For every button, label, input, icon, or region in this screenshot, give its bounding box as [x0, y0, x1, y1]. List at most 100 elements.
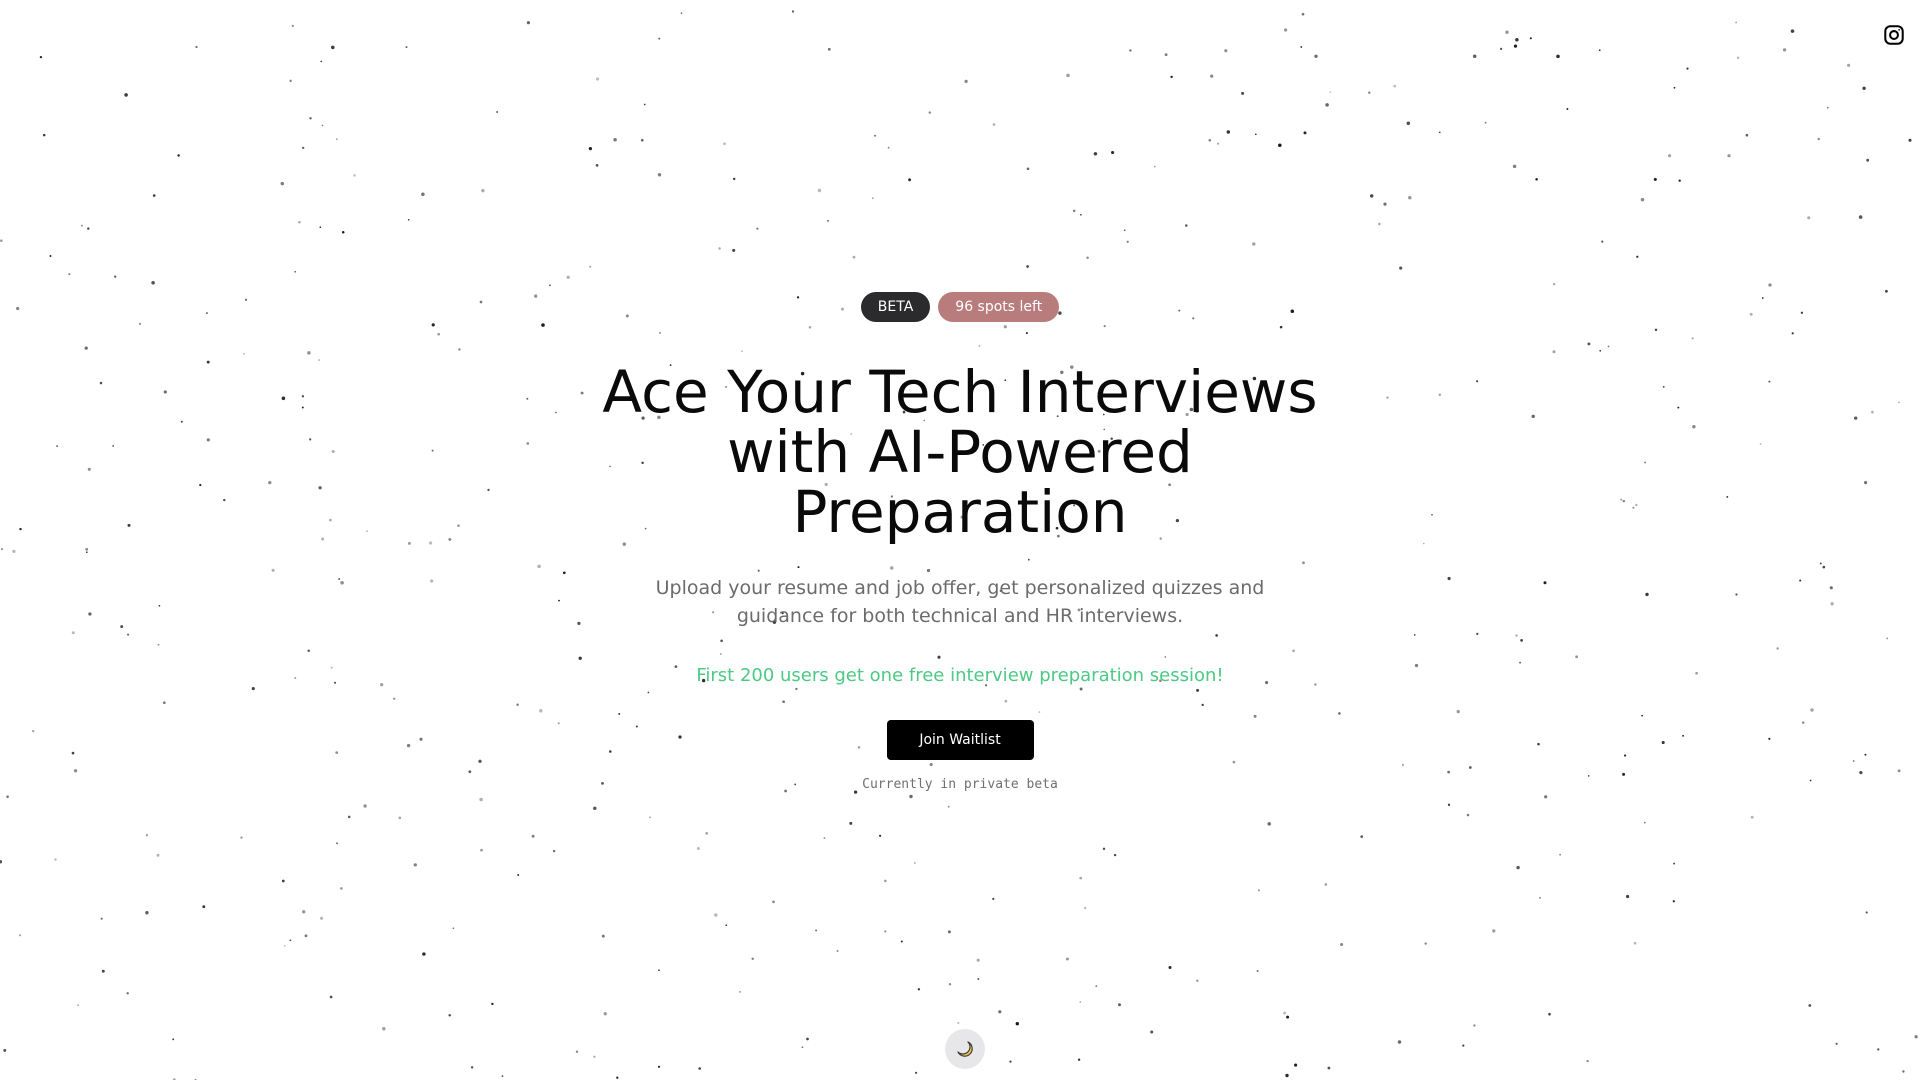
- star-dot: [957, 1021, 960, 1025]
- star-dot: [1633, 941, 1637, 945]
- star-dot: [531, 834, 535, 838]
- star-dot: [347, 815, 351, 819]
- star-dot: [1150, 1030, 1154, 1034]
- star-dot: [480, 848, 483, 852]
- star-dot: [1267, 822, 1271, 826]
- star-dot: [698, 1067, 702, 1070]
- star-dot: [1466, 813, 1470, 817]
- star-dot: [517, 874, 520, 876]
- star-dot: [1424, 942, 1427, 945]
- badge-row: BETA 96 spots left: [860, 292, 1060, 322]
- star-dot: [1283, 1011, 1287, 1015]
- star-dot: [145, 834, 149, 837]
- star-dot: [301, 910, 306, 914]
- star-dot: [977, 977, 980, 981]
- star-dot: [1102, 847, 1106, 851]
- star-dot: [1808, 1004, 1812, 1007]
- star-dot: [714, 913, 718, 917]
- page-title: Ace Your Tech Interviews with AI-Powered…: [602, 358, 1318, 546]
- star-dot: [976, 958, 980, 962]
- star-dot: [1294, 1063, 1298, 1067]
- star-dot: [593, 806, 597, 810]
- star-dot: [1544, 795, 1548, 799]
- star-dot: [1079, 876, 1083, 880]
- star-dot: [1539, 897, 1541, 899]
- star-dot: [1083, 906, 1087, 910]
- star-dot: [884, 930, 887, 933]
- star-dot: [947, 805, 950, 808]
- star-dot: [77, 1004, 79, 1007]
- star-dot: [363, 804, 367, 808]
- star-dot: [340, 887, 343, 890]
- star-dot: [1447, 803, 1451, 806]
- star-dot: [1586, 1059, 1589, 1063]
- star-dot: [491, 1002, 494, 1006]
- star-dot: [1914, 1035, 1918, 1039]
- beta-status-note: Currently in private beta: [862, 777, 1058, 792]
- star-dot: [1360, 835, 1364, 838]
- star-dot: [917, 988, 921, 991]
- star-dot: [1327, 1066, 1331, 1070]
- star-dot: [823, 837, 826, 840]
- star-dot: [304, 934, 308, 938]
- star-dot: [913, 861, 916, 865]
- star-dot: [658, 969, 660, 972]
- star-dot: [335, 842, 339, 845]
- star-dot: [382, 1027, 386, 1031]
- hero-subtitle: Upload your resume and job offer, get pe…: [655, 577, 1265, 627]
- star-dot: [593, 1055, 596, 1059]
- star-dot: [1168, 966, 1172, 969]
- star-dot: [601, 934, 605, 938]
- star-dot: [1324, 883, 1328, 886]
- star-dot: [1865, 911, 1868, 914]
- star-dot: [815, 929, 818, 932]
- star-dot: [501, 1075, 504, 1077]
- star-dot: [1625, 894, 1630, 899]
- star-dot: [1548, 1012, 1551, 1016]
- star-dot: [998, 1010, 1002, 1014]
- star-dot: [884, 879, 887, 883]
- star-dot: [1065, 957, 1069, 961]
- star-dot: [575, 1050, 579, 1053]
- star-dot: [398, 816, 402, 820]
- star-dot: [100, 917, 103, 920]
- star-dot: [3, 1048, 7, 1052]
- star-dot: [202, 905, 206, 909]
- star-dot: [1516, 865, 1520, 870]
- star-dot: [1492, 929, 1496, 933]
- star-dot: [751, 957, 754, 961]
- theme-toggle-button[interactable]: [945, 1029, 985, 1069]
- star-dot: [806, 1037, 809, 1041]
- star-dot: [914, 1071, 918, 1074]
- star-dot: [1009, 1060, 1012, 1063]
- star-dot: [1643, 821, 1646, 824]
- star-dot: [1672, 900, 1675, 903]
- star-dot: [101, 969, 105, 973]
- star-dot: [329, 995, 333, 999]
- star-dot: [616, 1076, 619, 1079]
- star-dot: [705, 832, 709, 835]
- star-dot: [1286, 1015, 1290, 1019]
- star-dot: [1673, 862, 1676, 865]
- star-dot: [947, 930, 951, 934]
- star-dot: [1877, 1048, 1880, 1051]
- star-dot: [948, 983, 952, 986]
- star-dot: [1077, 1058, 1081, 1061]
- star-dot: [1750, 815, 1754, 819]
- star-dot: [283, 945, 286, 947]
- star-dot: [1113, 853, 1117, 857]
- join-waitlist-button[interactable]: Join Waitlist: [886, 720, 1034, 760]
- star-dot: [1079, 1001, 1082, 1003]
- star-dot: [289, 939, 292, 942]
- star-dot: [19, 934, 22, 937]
- star-dot: [1118, 1003, 1121, 1007]
- star-dot: [603, 1012, 607, 1016]
- star-dot: [470, 1066, 474, 1069]
- star-dot: [739, 991, 741, 993]
- moon-icon: [957, 1041, 973, 1057]
- star-dot: [849, 821, 853, 825]
- star-dot: [552, 849, 556, 853]
- star-dot: [1285, 1073, 1289, 1078]
- star-dot: [657, 1065, 661, 1068]
- beta-badge: BETA: [860, 292, 931, 322]
